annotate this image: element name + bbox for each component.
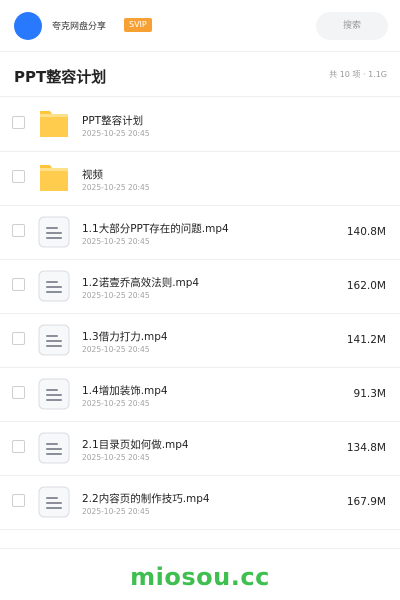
file-icon — [38, 216, 70, 248]
list-item[interactable]: 1.3借力打力.mp4 2025-10-25 20:45 141.2M — [0, 314, 400, 368]
list-item[interactable]: 1.4增加装饰.mp4 2025-10-25 20:45 91.3M — [0, 368, 400, 422]
list-item[interactable]: 2.2内容页的制作技巧.mp4 2025-10-25 20:45 167.9M — [0, 476, 400, 530]
file-icon — [38, 432, 70, 464]
select-checkbox[interactable] — [12, 494, 25, 507]
item-time: 2025-10-25 20:45 — [82, 399, 150, 408]
item-name: 1.3借力打力.mp4 — [82, 331, 168, 343]
item-name: 2.2内容页的制作技巧.mp4 — [82, 493, 210, 505]
item-size: 91.3M — [353, 388, 386, 400]
item-time: 2025-10-25 20:45 — [82, 129, 150, 138]
app-logo-icon[interactable] — [14, 12, 42, 40]
item-name: 1.1大部分PPT存在的问题.mp4 — [82, 223, 229, 235]
watermark: miosou.cc — [130, 563, 270, 591]
item-time: 2025-10-25 20:45 — [82, 291, 150, 300]
file-icon — [38, 378, 70, 410]
file-icon — [38, 324, 70, 356]
list-item[interactable]: 2.1目录页如何做.mp4 2025-10-25 20:45 134.8M — [0, 422, 400, 476]
item-name: PPT整容计划 — [82, 115, 144, 127]
file-icon — [38, 270, 70, 302]
item-name: 1.2诺壹乔高效法则.mp4 — [82, 277, 200, 289]
select-checkbox[interactable] — [12, 224, 25, 237]
item-name: 2.1目录页如何做.mp4 — [82, 439, 189, 451]
list-item[interactable]: 1.1大部分PPT存在的问题.mp4 2025-10-25 20:45 140.… — [0, 206, 400, 260]
svip-badge[interactable]: SVIP — [124, 18, 152, 32]
item-size: 167.9M — [346, 496, 386, 508]
brand-name: 夸克网盘分享 — [52, 22, 107, 32]
select-checkbox[interactable] — [12, 170, 25, 183]
item-name: 1.4增加装饰.mp4 — [82, 385, 168, 397]
item-size: 162.0M — [346, 280, 386, 292]
folder-icon — [40, 111, 68, 137]
page-title: PPT整容计划 — [14, 68, 107, 86]
footer: miosou.cc — [0, 548, 400, 600]
item-summary: 共 10 项 · 1.1G — [329, 70, 387, 79]
list-item[interactable]: 1.2诺壹乔高效法则.mp4 2025-10-25 20:45 162.0M — [0, 260, 400, 314]
item-time: 2025-10-25 20:45 — [82, 345, 150, 354]
select-checkbox[interactable] — [12, 332, 25, 345]
app-header: 夸克网盘分享 SVIP — [0, 0, 400, 52]
item-size: 140.8M — [346, 226, 386, 238]
select-checkbox[interactable] — [12, 440, 25, 453]
item-time: 2025-10-25 20:45 — [82, 507, 150, 516]
item-time: 2025-10-25 20:45 — [82, 237, 150, 246]
item-size: 134.8M — [346, 442, 386, 454]
select-checkbox[interactable] — [12, 116, 25, 129]
select-checkbox[interactable] — [12, 278, 25, 291]
list-item[interactable]: PPT整容计划 2025-10-25 20:45 — [0, 98, 400, 152]
folder-icon — [40, 165, 68, 191]
item-name: 视频 — [82, 169, 103, 181]
file-icon — [38, 486, 70, 518]
file-list: PPT整容计划 2025-10-25 20:45 视频 2025-10-25 2… — [0, 98, 400, 530]
list-item[interactable]: 视频 2025-10-25 20:45 — [0, 152, 400, 206]
select-checkbox[interactable] — [12, 386, 25, 399]
title-bar: PPT整容计划 共 10 项 · 1.1G — [0, 53, 400, 97]
item-time: 2025-10-25 20:45 — [82, 453, 150, 462]
item-time: 2025-10-25 20:45 — [82, 183, 150, 192]
search-input[interactable] — [316, 12, 388, 40]
item-size: 141.2M — [346, 334, 386, 346]
